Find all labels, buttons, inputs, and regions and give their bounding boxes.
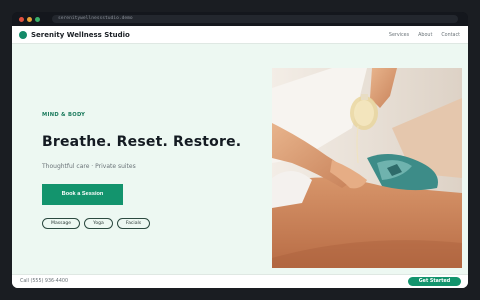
nav-link-contact[interactable]: Contact bbox=[441, 32, 460, 39]
service-chips: Massage Yoga Facials bbox=[42, 218, 151, 229]
chip-yoga[interactable]: Yoga bbox=[84, 218, 113, 229]
book-session-button[interactable]: Book a Session bbox=[42, 184, 123, 205]
web-page: Serenity Wellness Studio Services About … bbox=[12, 26, 468, 288]
hero-subtitle: Thoughtful care · Private suites bbox=[42, 163, 136, 170]
hero-photo bbox=[272, 68, 462, 268]
phone-number[interactable]: Call (555) 936-4400 bbox=[20, 278, 68, 286]
maximize-window-dot[interactable] bbox=[35, 17, 40, 22]
nav-link-about[interactable]: About bbox=[418, 32, 432, 39]
massage-photo-illustration bbox=[272, 68, 462, 268]
browser-chrome: serenitywellnessstudio.demo bbox=[12, 12, 468, 26]
logo-icon[interactable] bbox=[19, 31, 27, 39]
browser-window: serenitywellnessstudio.demo Serenity Wel… bbox=[12, 12, 468, 288]
get-started-button[interactable]: Get Started bbox=[408, 277, 461, 286]
close-window-dot[interactable] bbox=[19, 17, 24, 22]
nav-links: Services About Contact bbox=[389, 32, 460, 39]
minimize-window-dot[interactable] bbox=[27, 17, 32, 22]
chip-massage[interactable]: Massage bbox=[42, 218, 81, 229]
top-nav: Serenity Wellness Studio Services About … bbox=[12, 26, 468, 44]
chip-facials[interactable]: Facials bbox=[116, 218, 151, 229]
address-bar[interactable]: serenitywellnessstudio.demo bbox=[52, 15, 458, 23]
hero-headline: Breathe. Reset. Restore. bbox=[42, 134, 242, 150]
nav-link-services[interactable]: Services bbox=[389, 32, 409, 39]
brand-name[interactable]: Serenity Wellness Studio bbox=[31, 30, 130, 40]
hero-eyebrow: MIND & BODY bbox=[42, 112, 86, 118]
footer-bar: Call (555) 936-4400 Get Started bbox=[12, 274, 468, 288]
